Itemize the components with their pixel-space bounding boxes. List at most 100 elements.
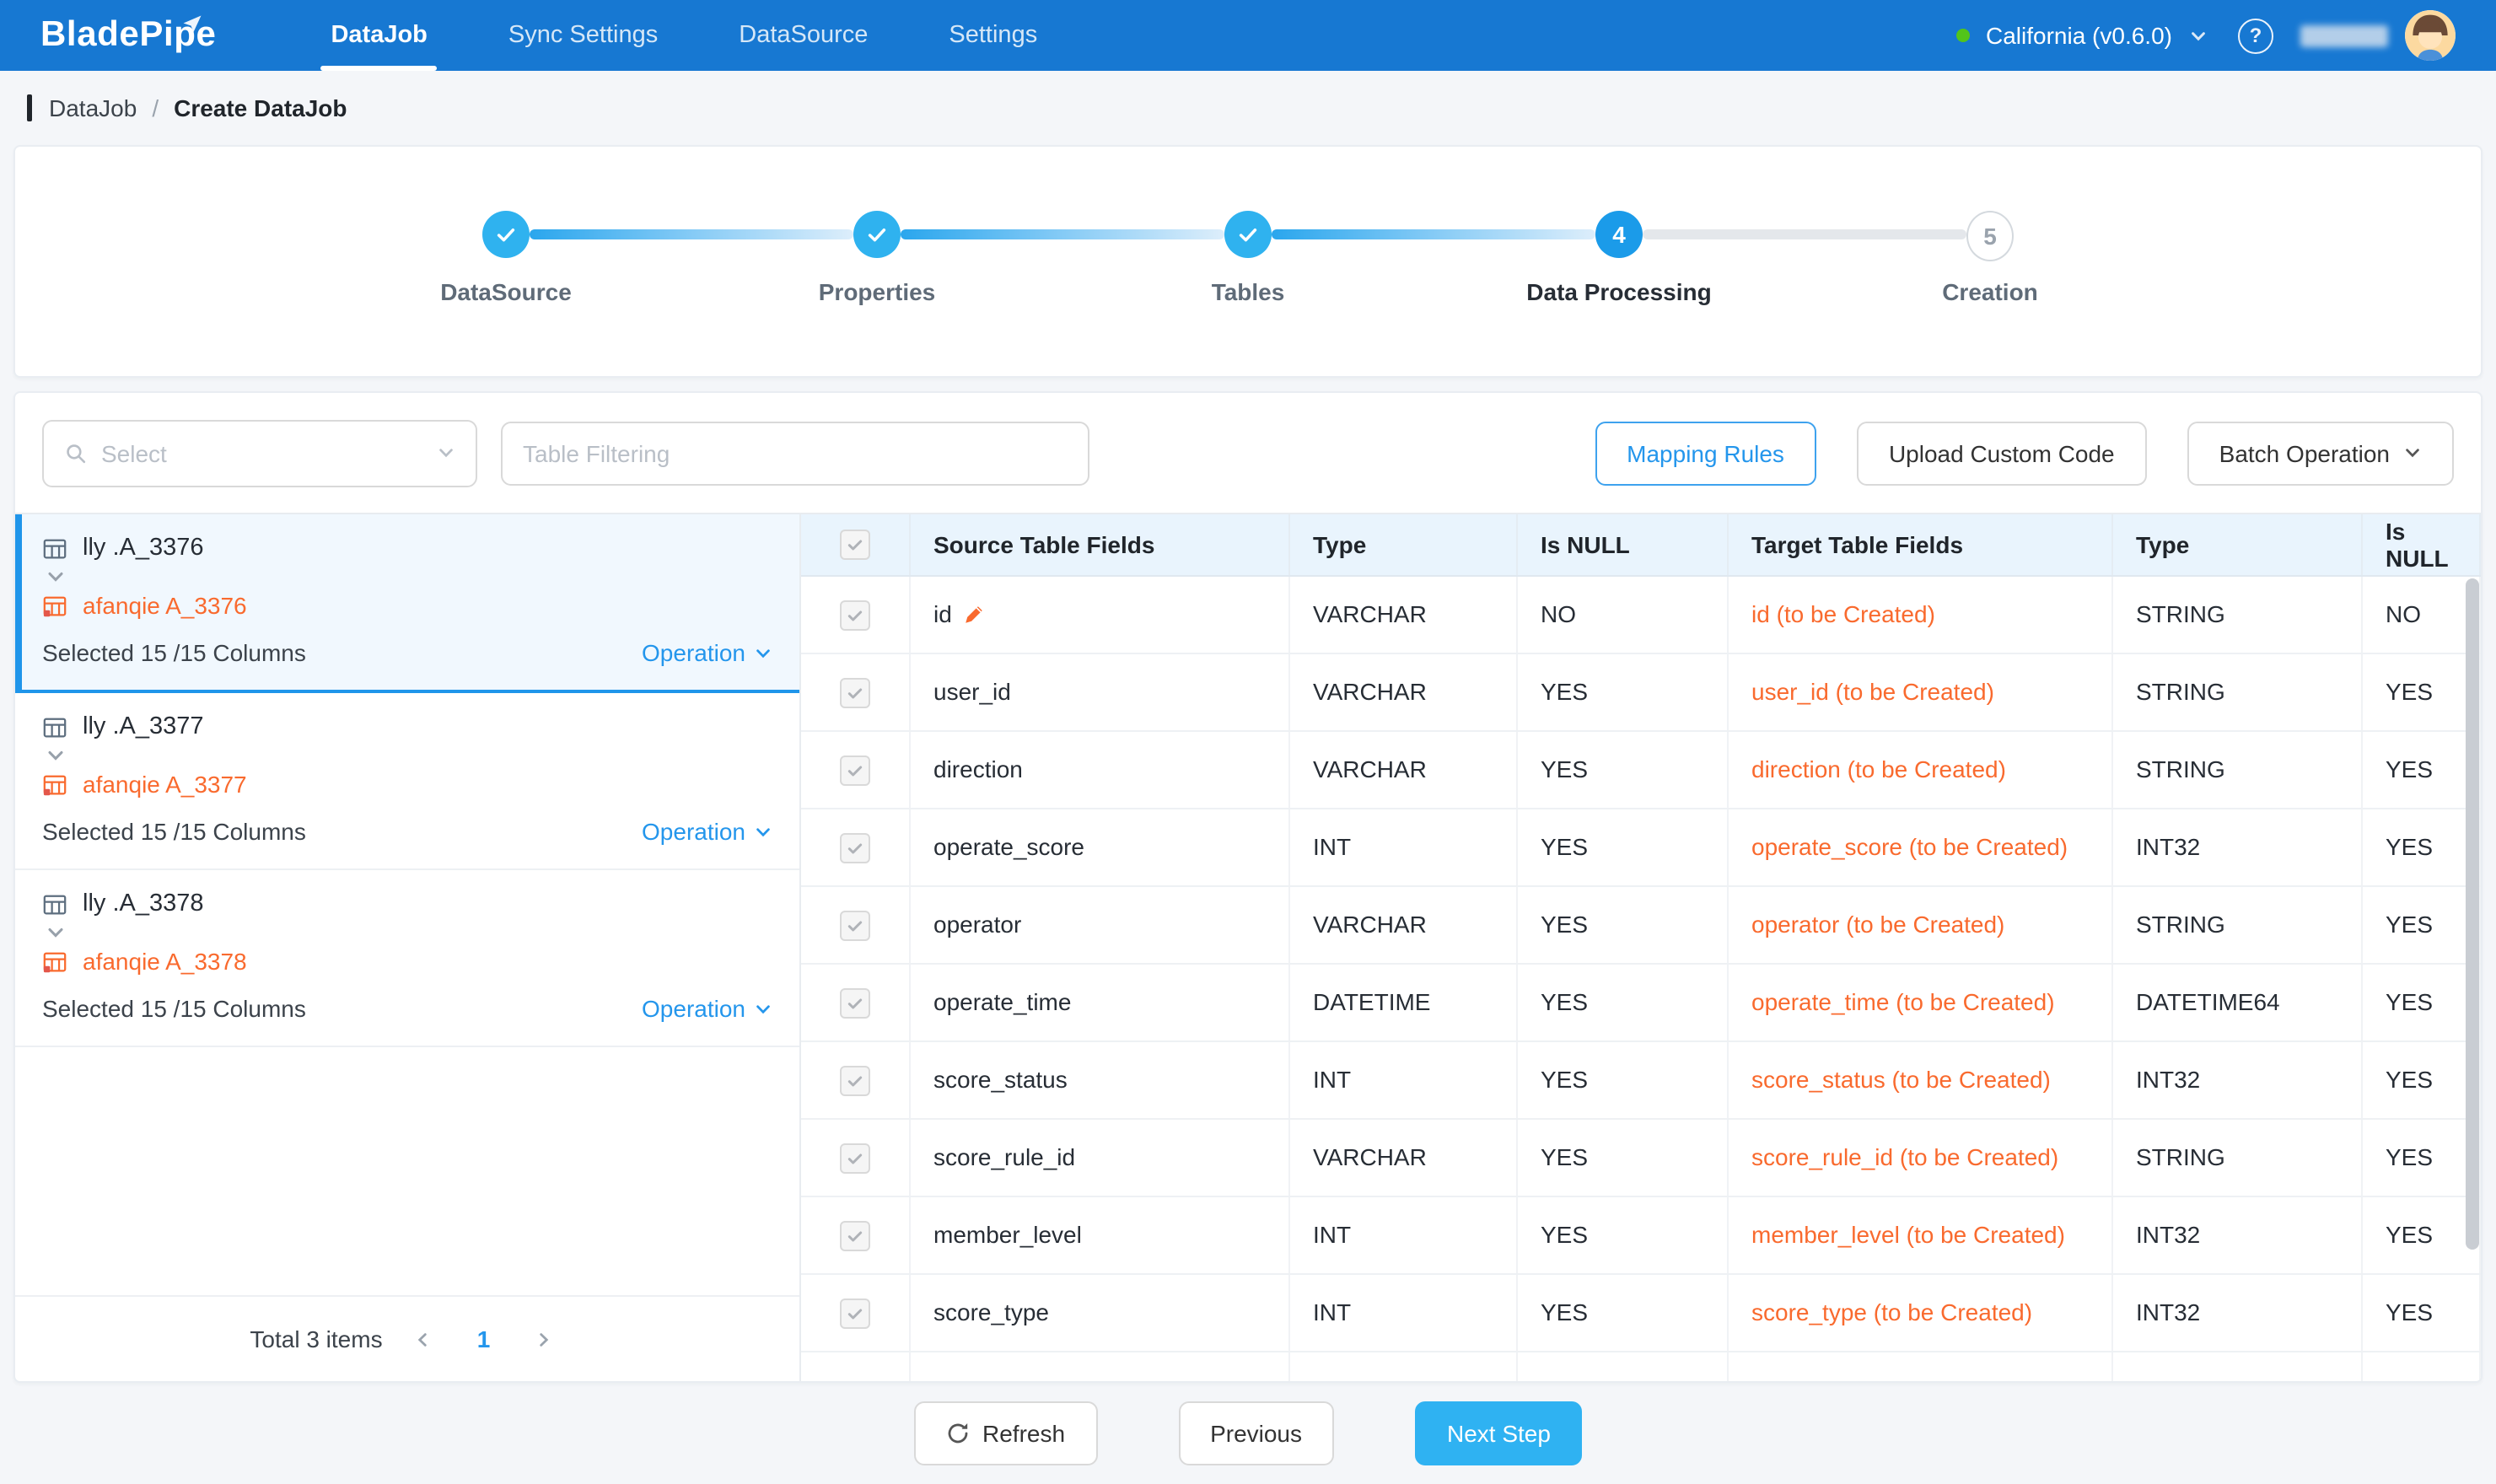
source-field-name: operate_time [933,987,1071,1017]
target-table-name: afanqie A_3376 [83,592,247,619]
target-field-name: id (to be Created) [1727,575,2111,653]
table-pair-card[interactable]: lly .A_3377 afanqi [15,693,799,870]
operation-link[interactable]: Operation [642,639,772,666]
source-field-name: id [933,599,952,629]
row-checkbox[interactable] [840,832,870,863]
upload-custom-code-button[interactable]: Upload Custom Code [1857,421,2147,485]
target-field-type: STRING [2111,1118,2361,1196]
batch-operation-button[interactable]: Batch Operation [2187,421,2454,485]
step-connector [1643,229,1966,239]
target-field-type: INT32 [2111,1273,2361,1351]
breadcrumb-datajob[interactable]: DataJob [49,94,137,121]
source-field-type: INT [1288,1196,1516,1273]
table-pair-card[interactable]: lly .A_3378 afanqi [15,870,799,1047]
row-checkbox[interactable] [840,1298,870,1328]
step-circle-done [482,211,530,258]
source-field-type: VARCHAR [1288,730,1516,808]
chevron-down-icon [437,444,455,462]
select-all-checkbox[interactable] [840,530,870,560]
nav-item[interactable]: DataSource [739,0,868,71]
user-name-masked [2300,24,2388,46]
row-checkbox[interactable] [840,1065,870,1095]
row-checkbox[interactable] [840,987,870,1018]
field-row: score_rule_id VARCHAR YES score_rule_id … [801,1118,2480,1196]
field-row: user_id VARCHAR YES user_id (to be Creat… [801,653,2480,730]
table-filter-input[interactable] [501,421,1089,485]
step-tables[interactable]: Tables [1224,211,1272,258]
nav-item[interactable]: Settings [949,0,1037,71]
step-circle-pending: 5 [1966,211,2014,261]
field-row: member_level INT YES member_level (to be… [801,1196,2480,1273]
row-checkbox[interactable] [840,1220,870,1250]
target-field-name: member_level (to be Created) [1727,1196,2111,1273]
region-selector[interactable]: California (v0.6.0) [1986,22,2172,49]
top-navbar: BladePipe DataJob Sync Settings DataSour… [0,0,2496,71]
previous-button[interactable]: Previous [1178,1401,1334,1465]
search-icon [64,441,88,465]
header-source-type: Type [1288,514,1516,575]
source-table-name: lly .A_3376 [83,535,204,562]
operation-link[interactable]: Operation [642,818,772,845]
content-area: DataSource Properties Tables [0,145,2496,1465]
avatar[interactable] [2405,10,2456,61]
source-field-type: VARCHAR [1288,575,1516,653]
target-field-null: YES [2361,963,2480,1040]
table-list-panel: lly .A_3376 afanqi [15,514,801,1381]
target-table-icon [42,949,67,974]
status-dot [1955,29,1969,42]
refresh-icon [945,1422,969,1445]
breadcrumb-accent-bar [27,94,32,121]
target-field-name: operator (to be Created) [1727,885,2111,963]
refresh-button[interactable]: Refresh [913,1401,1097,1465]
target-field-null: YES [2361,730,2480,808]
nav-right-cluster: California (v0.6.0) ? [1955,10,2456,61]
target-table-name: afanqie A_3377 [83,771,247,798]
step-connector [1272,229,1595,239]
target-field-type: STRING [2111,885,2361,963]
row-checkbox[interactable] [840,677,870,707]
step-data-processing[interactable]: 4 Data Processing [1595,211,1643,258]
header-source-null: Is NULL [1516,514,1727,575]
next-step-button[interactable]: Next Step [1415,1401,1583,1465]
step-properties[interactable]: Properties [853,211,901,258]
nav-item[interactable]: DataJob [331,0,427,71]
clipped-row [801,1351,2480,1381]
target-field-null: YES [2361,1118,2480,1196]
nav-item[interactable]: Sync Settings [508,0,658,71]
operation-link[interactable]: Operation [642,995,772,1022]
source-field-name: score_rule_id [933,1142,1075,1172]
step-label: Properties [819,278,936,305]
source-field-name: member_level [933,1219,1082,1250]
source-field-type: INT [1288,1273,1516,1351]
row-checkbox[interactable] [840,755,870,785]
step-creation[interactable]: 5 Creation [1966,211,2014,261]
mapping-arrow-icon [46,567,772,587]
toolbar: Select Mapping Rules Upload Custom Code … [15,393,2481,514]
pagination-prev[interactable] [403,1319,444,1359]
target-field-null: YES [2361,1196,2480,1273]
step-datasource[interactable]: DataSource [482,211,530,258]
chevron-down-icon[interactable] [2189,26,2208,45]
source-field-null: YES [1516,1273,1727,1351]
select-placeholder: Select [101,439,423,466]
row-checkbox[interactable] [840,600,870,630]
row-checkbox[interactable] [840,1143,870,1173]
edit-field-icon[interactable] [964,603,986,625]
table-pair-card[interactable]: lly .A_3376 afanqi [15,514,799,693]
table-select-dropdown[interactable]: Select [42,419,477,487]
source-field-name: user_id [933,676,1011,707]
target-field-name: score_rule_id (to be Created) [1727,1118,2111,1196]
target-field-type: DATETIME64 [2111,963,2361,1040]
source-field-null: YES [1516,1196,1727,1273]
row-checkbox[interactable] [840,910,870,940]
mapping-rules-button[interactable]: Mapping Rules [1595,421,1816,485]
source-table-name: lly .A_3378 [83,890,204,917]
field-row: operate_score INT YES operate_score (to … [801,808,2480,885]
pagination: Total 3 items 1 [15,1295,799,1381]
pagination-page-1[interactable]: 1 [464,1319,504,1359]
help-icon[interactable]: ? [2238,18,2273,53]
pagination-next[interactable] [524,1319,565,1359]
vertical-scrollbar-thumb[interactable] [2466,578,2479,1250]
brand[interactable]: BladePipe [40,15,260,56]
target-field-name: direction (to be Created) [1727,730,2111,808]
